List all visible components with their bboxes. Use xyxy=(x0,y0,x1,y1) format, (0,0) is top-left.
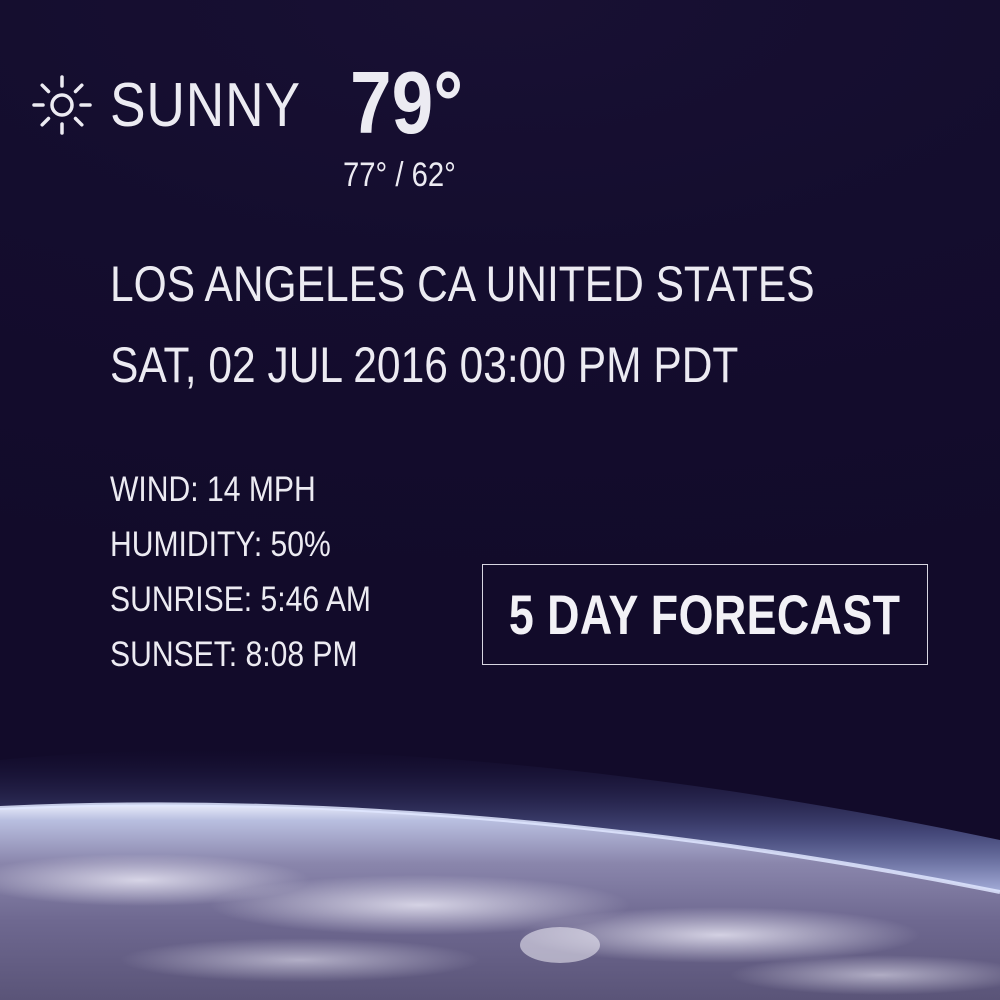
location-name: LOS ANGELES CA UNITED STATES xyxy=(110,256,815,312)
sunset-detail: SUNSET: 8:08 PM xyxy=(110,635,358,674)
current-temperature: 79° xyxy=(350,53,464,152)
five-day-forecast-button[interactable]: 5 DAY FORECAST xyxy=(482,564,928,665)
humidity-detail: HUMIDITY: 50% xyxy=(110,525,331,564)
wind-detail: WIND: 14 MPH xyxy=(110,470,316,509)
sunrise-detail: SUNRISE: 5:46 AM xyxy=(110,580,371,619)
sun-icon xyxy=(32,75,92,135)
condition-label: SUNNY xyxy=(110,70,301,140)
current-condition: SUNNY xyxy=(30,60,325,150)
forecast-button-label: 5 DAY FORECAST xyxy=(509,583,901,646)
observation-datetime: SAT, 02 JUL 2016 03:00 PM PDT xyxy=(110,337,739,393)
weather-details: WIND: 14 MPH HUMIDITY: 50% SUNRISE: 5:46… xyxy=(110,462,413,682)
high-low-temperature: 77° / 62° xyxy=(343,156,456,194)
